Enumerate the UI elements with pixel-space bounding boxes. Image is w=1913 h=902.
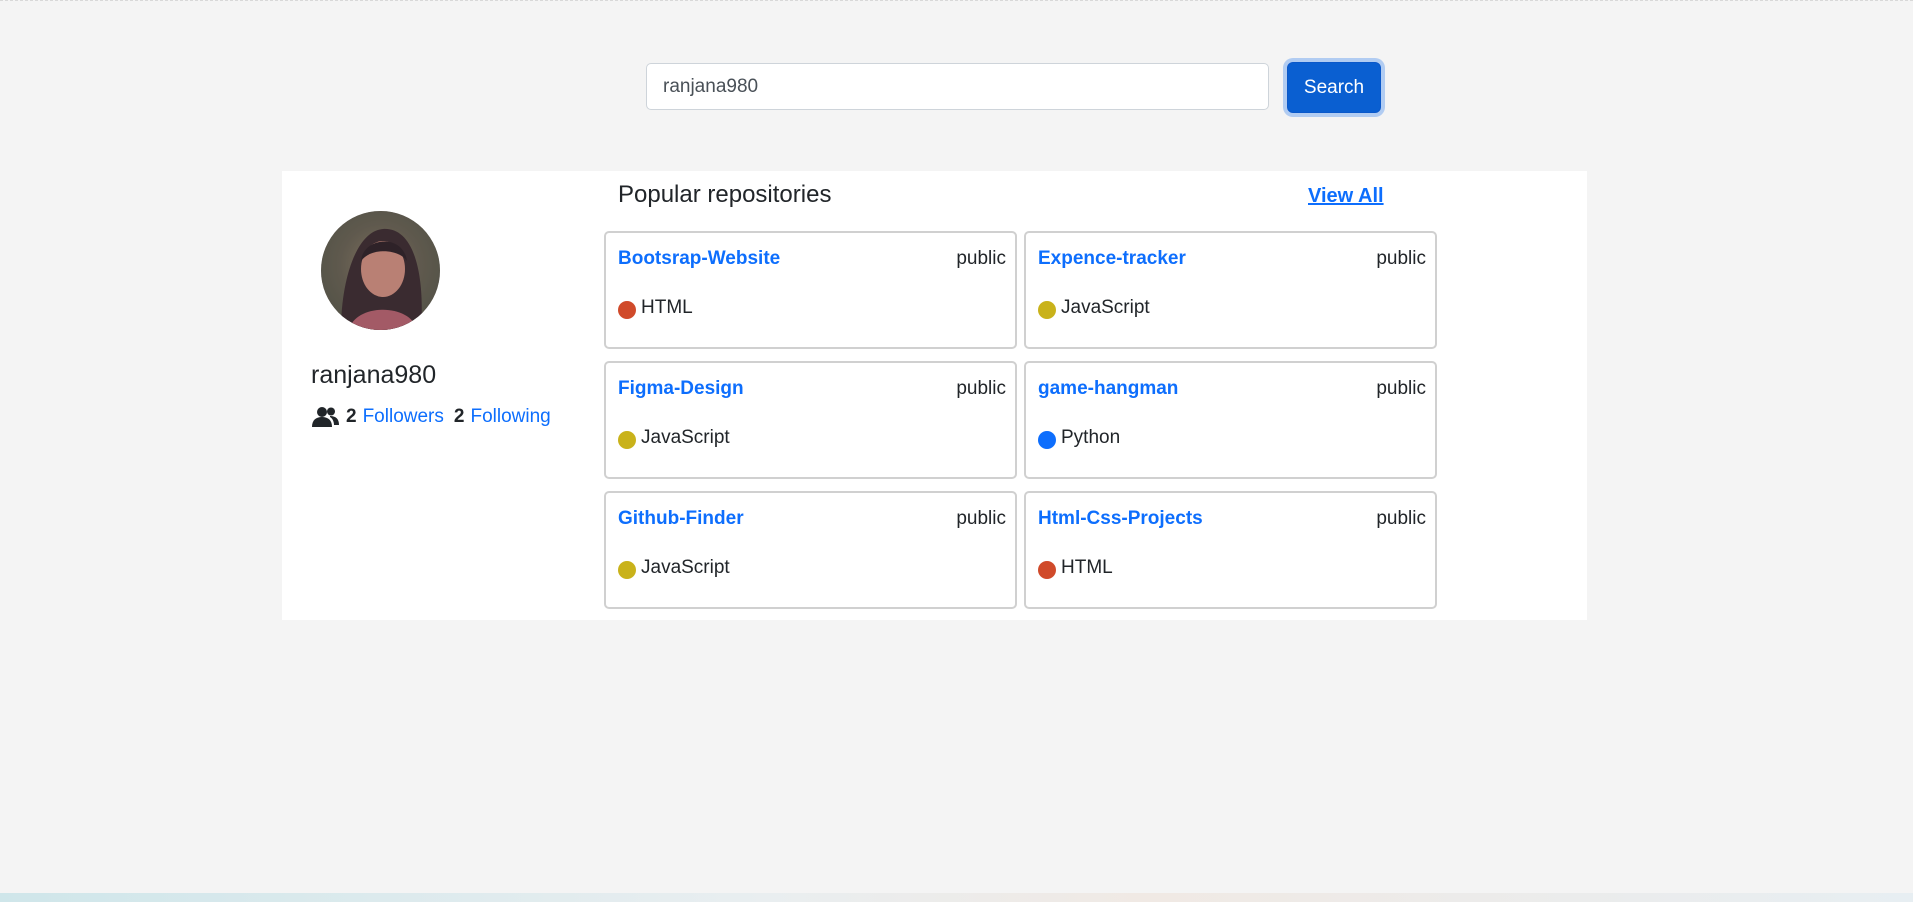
top-divider (0, 0, 1913, 3)
repo-language: HTML (1038, 557, 1113, 579)
search-button[interactable]: Search (1287, 62, 1381, 113)
repo-language-label: JavaScript (641, 557, 730, 578)
repo-name-link[interactable]: Github-Finder (618, 508, 744, 530)
repo-language-label: Python (1061, 427, 1121, 448)
bottom-taskbar-strip (0, 893, 1913, 902)
repo-card: Figma-Design public JavaScript (604, 361, 1017, 479)
repo-card: Expence-tracker public JavaScript (1024, 231, 1437, 349)
language-color-dot (618, 431, 636, 449)
repo-language-label: HTML (641, 297, 693, 318)
repo-language: JavaScript (618, 427, 730, 449)
repo-visibility: public (1376, 378, 1426, 399)
repo-language: JavaScript (618, 557, 730, 579)
following-link[interactable]: Following (470, 406, 550, 428)
followers-link[interactable]: Followers (363, 406, 444, 428)
repo-language-label: HTML (1061, 557, 1113, 578)
language-color-dot (618, 301, 636, 319)
repo-language: JavaScript (1038, 297, 1150, 319)
repos-title: Popular repositories (618, 181, 832, 208)
search-input[interactable] (646, 63, 1269, 110)
language-color-dot (1038, 561, 1056, 579)
repo-visibility: public (956, 248, 1006, 269)
repo-card: Bootsrap-Website public HTML (604, 231, 1017, 349)
followers-count: 2 (346, 406, 357, 427)
repo-language-label: JavaScript (641, 427, 730, 448)
avatar-photo (321, 211, 440, 330)
repo-language: Python (1038, 427, 1120, 449)
repo-visibility: public (1376, 248, 1426, 269)
repo-name-link[interactable]: Expence-tracker (1038, 248, 1186, 270)
follow-stats: 2 Followers 2 Following (311, 403, 561, 431)
repo-language-label: JavaScript (1061, 297, 1150, 318)
profile-panel: ranjana980 2 Followers 2 Following Popul… (282, 171, 1587, 620)
repo-visibility: public (956, 508, 1006, 529)
following-count: 2 (453, 406, 465, 427)
language-color-dot (1038, 431, 1056, 449)
repo-visibility: public (956, 378, 1006, 399)
repo-name-link[interactable]: Figma-Design (618, 378, 744, 400)
repo-name-link[interactable]: Bootsrap-Website (618, 248, 780, 270)
avatar (321, 211, 440, 330)
repo-visibility: public (1376, 508, 1426, 529)
language-color-dot (618, 561, 636, 579)
profile-username: ranjana980 (311, 361, 437, 389)
repo-card: Html-Css-Projects public HTML (1024, 491, 1437, 609)
people-icon (312, 407, 339, 427)
repo-language: HTML (618, 297, 693, 319)
repo-name-link[interactable]: Html-Css-Projects (1038, 508, 1203, 530)
repo-card: game-hangman public Python (1024, 361, 1437, 479)
view-all-link[interactable]: View All (1308, 185, 1384, 208)
repo-card: Github-Finder public JavaScript (604, 491, 1017, 609)
search-bar: Search (646, 62, 1381, 113)
repo-name-link[interactable]: game-hangman (1038, 378, 1178, 400)
language-color-dot (1038, 301, 1056, 319)
